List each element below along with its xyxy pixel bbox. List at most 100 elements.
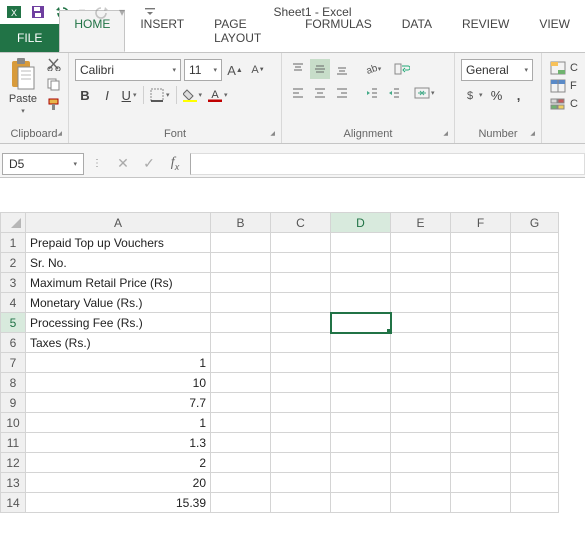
number-format-select[interactable]: General▾ bbox=[461, 59, 533, 81]
align-right-icon[interactable] bbox=[332, 83, 352, 103]
cell-D5[interactable] bbox=[331, 313, 391, 333]
tab-formulas[interactable]: FORMULAS bbox=[290, 10, 387, 52]
cell-F12[interactable] bbox=[451, 453, 511, 473]
wrap-text-icon[interactable] bbox=[392, 59, 412, 79]
cell-B6[interactable] bbox=[211, 333, 271, 353]
select-all-corner[interactable] bbox=[1, 213, 26, 233]
cell-F8[interactable] bbox=[451, 373, 511, 393]
cell-E5[interactable] bbox=[391, 313, 451, 333]
cell-F13[interactable] bbox=[451, 473, 511, 493]
cell-G10[interactable] bbox=[511, 413, 559, 433]
cell-styles-icon[interactable]: C bbox=[548, 95, 580, 113]
cell-B10[interactable] bbox=[211, 413, 271, 433]
cell-C9[interactable] bbox=[271, 393, 331, 413]
cell-E8[interactable] bbox=[391, 373, 451, 393]
cell-A11[interactable]: 1.3 bbox=[26, 433, 211, 453]
font-name-select[interactable]: Calibri▾ bbox=[75, 59, 181, 81]
cell-E11[interactable] bbox=[391, 433, 451, 453]
orientation-icon[interactable]: ab▾ bbox=[362, 59, 382, 79]
row-header-2[interactable]: 2 bbox=[1, 253, 26, 273]
row-header-11[interactable]: 11 bbox=[1, 433, 26, 453]
redo-dropdown-icon[interactable]: ▾ bbox=[118, 2, 126, 22]
cell-E14[interactable] bbox=[391, 493, 451, 513]
cell-E3[interactable] bbox=[391, 273, 451, 293]
cell-A2[interactable]: Sr. No. bbox=[26, 253, 211, 273]
cell-E2[interactable] bbox=[391, 253, 451, 273]
cell-A3[interactable]: Maximum Retail Price (Rs) bbox=[26, 273, 211, 293]
paste-button[interactable]: Paste ▾ bbox=[4, 55, 42, 117]
enter-icon[interactable]: ✓ bbox=[136, 153, 162, 175]
cell-D13[interactable] bbox=[331, 473, 391, 493]
decrease-font-icon[interactable]: A▼ bbox=[248, 60, 268, 80]
cell-G1[interactable] bbox=[511, 233, 559, 253]
cell-A10[interactable]: 1 bbox=[26, 413, 211, 433]
decrease-indent-icon[interactable] bbox=[362, 83, 382, 103]
cell-G8[interactable] bbox=[511, 373, 559, 393]
cell-B14[interactable] bbox=[211, 493, 271, 513]
conditional-formatting-icon[interactable]: C bbox=[548, 59, 580, 77]
cell-E6[interactable] bbox=[391, 333, 451, 353]
cell-F4[interactable] bbox=[451, 293, 511, 313]
cell-C8[interactable] bbox=[271, 373, 331, 393]
copy-icon[interactable] bbox=[46, 77, 64, 93]
row-header-8[interactable]: 8 bbox=[1, 373, 26, 393]
font-color-button[interactable]: A bbox=[206, 85, 230, 105]
align-middle-icon[interactable] bbox=[310, 59, 330, 79]
cell-C3[interactable] bbox=[271, 273, 331, 293]
cell-A1[interactable]: Prepaid Top up Vouchers bbox=[26, 233, 211, 253]
cell-B8[interactable] bbox=[211, 373, 271, 393]
borders-button[interactable] bbox=[148, 85, 172, 105]
format-table-icon[interactable]: F bbox=[548, 77, 579, 95]
row-header-5[interactable]: 5 bbox=[1, 313, 26, 333]
column-header-B[interactable]: B bbox=[211, 213, 271, 233]
row-header-3[interactable]: 3 bbox=[1, 273, 26, 293]
cell-B12[interactable] bbox=[211, 453, 271, 473]
cell-A9[interactable]: 7.7 bbox=[26, 393, 211, 413]
cell-C7[interactable] bbox=[271, 353, 331, 373]
row-header-6[interactable]: 6 bbox=[1, 333, 26, 353]
accounting-format-icon[interactable]: $ bbox=[461, 85, 485, 105]
cell-C1[interactable] bbox=[271, 233, 331, 253]
cell-G5[interactable] bbox=[511, 313, 559, 333]
cell-G9[interactable] bbox=[511, 393, 559, 413]
cell-G13[interactable] bbox=[511, 473, 559, 493]
font-size-select[interactable]: 11▾ bbox=[184, 59, 222, 81]
row-header-4[interactable]: 4 bbox=[1, 293, 26, 313]
cell-D2[interactable] bbox=[331, 253, 391, 273]
cell-C5[interactable] bbox=[271, 313, 331, 333]
cell-B13[interactable] bbox=[211, 473, 271, 493]
cell-B11[interactable] bbox=[211, 433, 271, 453]
cell-C4[interactable] bbox=[271, 293, 331, 313]
cell-F5[interactable] bbox=[451, 313, 511, 333]
increase-indent-icon[interactable] bbox=[384, 83, 404, 103]
cell-B5[interactable] bbox=[211, 313, 271, 333]
tab-data[interactable]: DATA bbox=[387, 10, 447, 52]
bold-button[interactable]: B bbox=[75, 85, 95, 105]
row-header-12[interactable]: 12 bbox=[1, 453, 26, 473]
cell-E4[interactable] bbox=[391, 293, 451, 313]
cell-D10[interactable] bbox=[331, 413, 391, 433]
cell-B2[interactable] bbox=[211, 253, 271, 273]
name-box-expand-icon[interactable]: ⋮ bbox=[84, 153, 110, 175]
cell-E13[interactable] bbox=[391, 473, 451, 493]
align-center-icon[interactable] bbox=[310, 83, 330, 103]
cell-A7[interactable]: 1 bbox=[26, 353, 211, 373]
column-header-G[interactable]: G bbox=[511, 213, 559, 233]
formula-input[interactable] bbox=[190, 153, 585, 175]
cell-G3[interactable] bbox=[511, 273, 559, 293]
cell-F11[interactable] bbox=[451, 433, 511, 453]
cancel-icon[interactable]: ✕ bbox=[110, 153, 136, 175]
comma-format-icon[interactable]: , bbox=[509, 85, 529, 105]
cell-C10[interactable] bbox=[271, 413, 331, 433]
cell-D7[interactable] bbox=[331, 353, 391, 373]
cell-B9[interactable] bbox=[211, 393, 271, 413]
cell-D8[interactable] bbox=[331, 373, 391, 393]
cell-D4[interactable] bbox=[331, 293, 391, 313]
cell-F1[interactable] bbox=[451, 233, 511, 253]
cell-F10[interactable] bbox=[451, 413, 511, 433]
row-header-1[interactable]: 1 bbox=[1, 233, 26, 253]
cell-C12[interactable] bbox=[271, 453, 331, 473]
cell-G14[interactable] bbox=[511, 493, 559, 513]
align-left-icon[interactable] bbox=[288, 83, 308, 103]
tab-insert[interactable]: INSERT bbox=[125, 10, 199, 52]
